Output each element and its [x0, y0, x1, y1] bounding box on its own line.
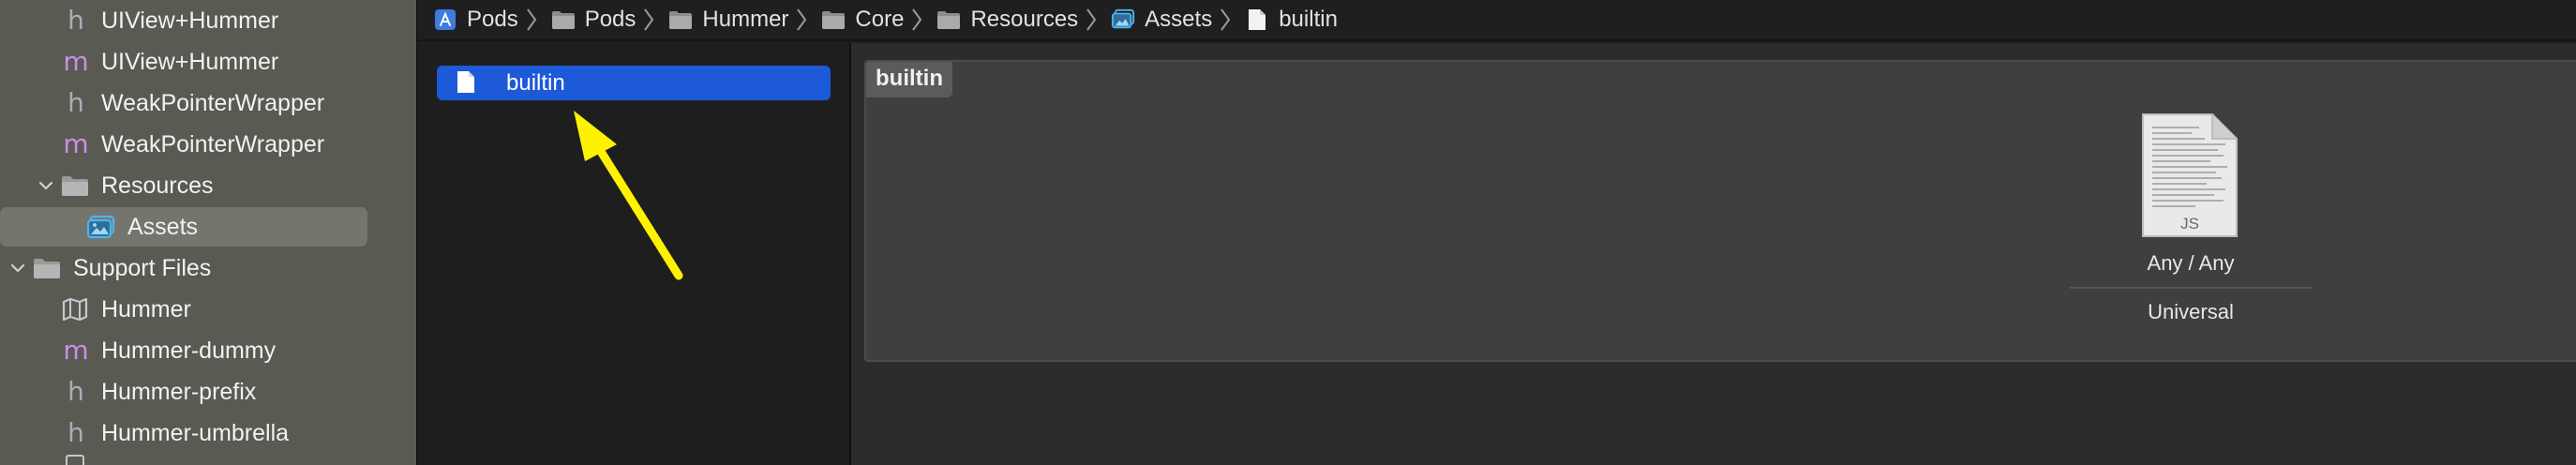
- folder-icon: [821, 8, 846, 31]
- navigator-item-uiview-hummer-m[interactable]: m UIView+Hummer: [0, 41, 416, 82]
- module-map-icon: [60, 296, 90, 322]
- breadcrumb-pods-project[interactable]: Pods: [433, 7, 518, 33]
- chevron-right-icon: [526, 7, 543, 33]
- navigator-item-hummer-modulemap[interactable]: Hummer: [0, 289, 416, 330]
- folder-icon: [936, 8, 961, 31]
- chevron-right-icon: [643, 7, 660, 33]
- jump-bar: Pods Pods Hummer Core Resources Assets b…: [418, 0, 2576, 41]
- navigator-item-hummer-dummy[interactable]: m Hummer-dummy: [0, 330, 416, 371]
- navigator-item-label: Hummer: [101, 295, 191, 322]
- chevron-right-icon: [1086, 7, 1102, 33]
- navigator-item-label: UIView+Hummer: [101, 48, 279, 75]
- navigator-item-label: UIView+Hummer: [101, 7, 279, 34]
- folder-icon: [668, 8, 693, 31]
- navigator-item-label: Support Files: [73, 254, 212, 281]
- slot-separator: [2070, 287, 2312, 289]
- folder-icon: [32, 255, 62, 281]
- asset-set-box[interactable]: builtin JS Any / Any Universal: [864, 60, 2576, 362]
- navigator-item-assets[interactable]: Assets: [0, 206, 416, 248]
- chevron-down-icon[interactable]: [36, 175, 56, 196]
- folder-icon: [551, 8, 576, 31]
- asset-set-title[interactable]: builtin: [866, 62, 952, 98]
- navigator-item-uiview-hummer-h[interactable]: h UIView+Hummer: [0, 0, 416, 41]
- asset-slot-any-universal[interactable]: JS Any / Any Universal: [2070, 112, 2312, 338]
- navigator-item-label: Hummer-prefix: [101, 378, 257, 405]
- asset-catalog-icon: [86, 214, 116, 240]
- breadcrumb-label: Resources: [970, 7, 1079, 32]
- asset-row-builtin[interactable]: builtin: [437, 66, 831, 100]
- js-document-icon: JS: [2142, 113, 2238, 237]
- asset-row-label: builtin: [506, 69, 565, 96]
- folder-icon: [60, 172, 90, 199]
- breadcrumb-label: Pods: [584, 7, 637, 32]
- document-icon: [60, 454, 90, 465]
- navigator-group-resources[interactable]: Resources: [0, 165, 416, 206]
- header-file-icon: h: [67, 376, 84, 407]
- chevron-down-icon[interactable]: [7, 258, 28, 278]
- breadcrumb-builtin[interactable]: builtin: [1245, 7, 1338, 33]
- navigator-item-label: Resources: [101, 172, 214, 199]
- chevron-right-icon: [796, 7, 813, 33]
- breadcrumb-hummer[interactable]: Hummer: [668, 7, 788, 33]
- project-navigator: h UIView+Hummer m UIView+Hummer h WeakPo…: [0, 0, 416, 465]
- slot-device-label: Universal: [2148, 300, 2234, 323]
- asset-detail-pane: builtin JS Any / Any Universal: [851, 43, 2576, 465]
- navigator-item-weakpointerwrapper-m[interactable]: m WeakPointerWrapper: [0, 124, 416, 165]
- breadcrumb-resources[interactable]: Resources: [936, 7, 1078, 33]
- navigator-item-clipped[interactable]: [0, 454, 416, 465]
- breadcrumb-pods-group[interactable]: Pods: [551, 7, 637, 33]
- navigator-item-hummer-umbrella[interactable]: h Hummer-umbrella: [0, 412, 416, 454]
- breadcrumb-label: Assets: [1145, 7, 1213, 32]
- objc-source-file-icon: m: [63, 335, 89, 366]
- navigator-item-label: Assets: [127, 213, 199, 240]
- breadcrumb-label: Core: [855, 7, 905, 32]
- navigator-item-hummer-prefix[interactable]: h Hummer-prefix: [0, 371, 416, 412]
- annotation-arrow-icon: [574, 111, 683, 280]
- header-file-icon: h: [67, 417, 84, 448]
- chevron-right-icon: [1220, 7, 1236, 33]
- objc-source-file-icon: m: [63, 46, 89, 77]
- asset-catalog-icon: [1111, 8, 1135, 31]
- navigator-group-support-files[interactable]: Support Files: [0, 248, 416, 289]
- js-badge: JS: [2180, 215, 2199, 232]
- breadcrumb-core[interactable]: Core: [821, 7, 904, 33]
- document-icon: [1245, 8, 1269, 31]
- navigator-item-label: Hummer-umbrella: [101, 419, 290, 446]
- navigator-item-weakpointerwrapper-h[interactable]: h WeakPointerWrapper: [0, 82, 416, 124]
- slot-appearance-label: Any / Any: [2147, 251, 2235, 275]
- objc-source-file-icon: m: [63, 128, 89, 159]
- document-icon: [456, 70, 476, 101]
- xcode-project-icon: [433, 8, 457, 31]
- breadcrumb-label: builtin: [1279, 7, 1338, 32]
- chevron-right-icon: [911, 7, 928, 33]
- navigator-item-label: WeakPointerWrapper: [101, 89, 325, 116]
- header-file-icon: h: [67, 87, 84, 118]
- navigator-item-label: Hummer-dummy: [101, 337, 277, 364]
- breadcrumb-assets[interactable]: Assets: [1111, 7, 1212, 33]
- breadcrumb-label: Hummer: [702, 7, 789, 32]
- breadcrumb-label: Pods: [467, 7, 518, 32]
- navigator-item-label: WeakPointerWrapper: [101, 130, 325, 158]
- header-file-icon: h: [67, 5, 84, 36]
